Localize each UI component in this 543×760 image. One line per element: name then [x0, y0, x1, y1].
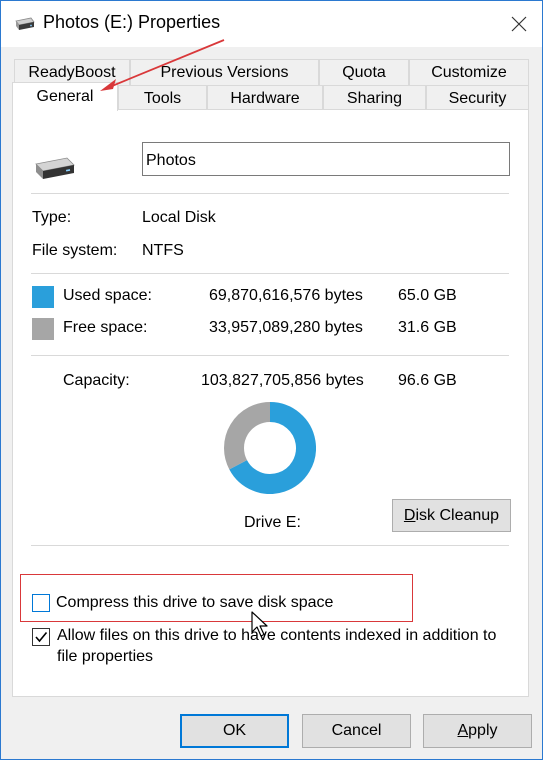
window-title: Photos (E:) Properties: [43, 12, 221, 32]
mouse-cursor-icon: [251, 611, 268, 637]
drive-label: Drive E:: [244, 514, 301, 531]
type-label: Type:: [32, 209, 72, 226]
tab-previous-versions[interactable]: Previous Versions: [130, 59, 319, 85]
free-space-bytes: 33,957,089,280 bytes: [209, 319, 363, 336]
cancel-button[interactable]: Cancel: [302, 714, 411, 748]
disk-cleanup-button[interactable]: Disk Cleanup: [392, 499, 511, 532]
file-system-value: NTFS: [142, 242, 184, 259]
close-button[interactable]: [496, 1, 542, 47]
capacity-gb: 96.6 GB: [398, 372, 457, 389]
tab-sharing[interactable]: Sharing: [323, 85, 426, 111]
used-space-bytes: 69,870,616,576 bytes: [209, 287, 363, 304]
capacity-label: Capacity:: [63, 372, 130, 389]
free-space-label: Free space:: [63, 319, 148, 336]
used-space-gb: 65.0 GB: [398, 287, 457, 304]
ok-button[interactable]: OK: [180, 714, 289, 748]
separator: [31, 545, 509, 546]
capacity-bytes: 103,827,705,856 bytes: [201, 372, 364, 389]
allow-indexing-label-line2[interactable]: file properties: [57, 648, 153, 666]
free-space-swatch: [32, 318, 54, 340]
tab-quota[interactable]: Quota: [319, 59, 409, 85]
separator: [31, 193, 509, 194]
annotation-highlight-box: [20, 574, 413, 622]
used-space-label: Used space:: [63, 287, 152, 304]
tab-tools[interactable]: Tools: [118, 85, 207, 111]
drive-name-input[interactable]: [142, 142, 510, 176]
allow-indexing-checkbox[interactable]: [32, 628, 50, 646]
tab-security[interactable]: Security: [426, 85, 529, 111]
title-bar[interactable]: Photos (E:) Properties: [1, 1, 542, 47]
drive-icon: [15, 17, 35, 30]
tab-general[interactable]: General: [12, 82, 118, 111]
tab-hardware[interactable]: Hardware: [207, 85, 323, 111]
used-space-swatch: [32, 286, 54, 308]
close-icon: [511, 16, 527, 32]
tab-customize[interactable]: Customize: [409, 59, 529, 85]
separator: [31, 355, 509, 356]
apply-button[interactable]: Apply: [423, 714, 532, 748]
disk-usage-donut-chart: [224, 402, 316, 494]
type-value: Local Disk: [142, 209, 216, 226]
free-space-gb: 31.6 GB: [398, 319, 457, 336]
hard-drive-icon: [35, 157, 75, 179]
free-space-slice: [224, 402, 271, 470]
allow-indexing-label[interactable]: Allow files on this drive to have conten…: [57, 627, 496, 645]
separator: [31, 273, 509, 274]
checkmark-icon: [35, 631, 48, 643]
file-system-label: File system:: [32, 242, 118, 259]
